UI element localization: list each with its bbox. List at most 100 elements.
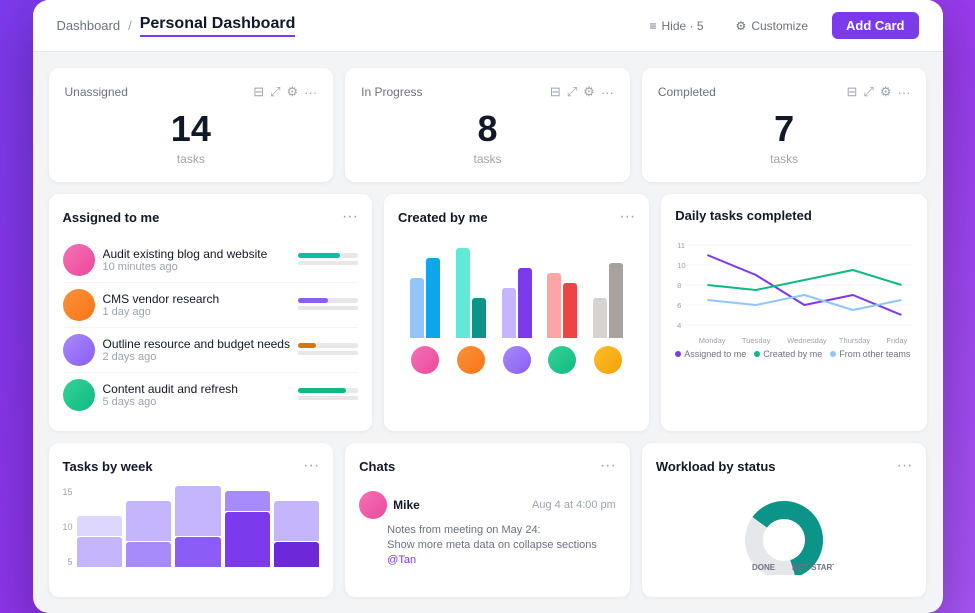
task-time-0: 10 minutes ago: [103, 261, 290, 273]
stat-card-completed: Completed ⊟ ⤢ ⚙ ··· 7 tasks: [642, 68, 927, 182]
week-chart-container: 15105: [63, 487, 320, 567]
stat-label-completed: Completed: [658, 85, 716, 99]
chat-mention[interactable]: @Tan: [387, 554, 616, 566]
bar: [563, 283, 577, 338]
stat-tasks-completed: tasks: [658, 152, 911, 166]
daily-tasks-title: Daily tasks completed: [675, 208, 812, 223]
created-avatar-3: [548, 346, 576, 374]
task-item[interactable]: Outline resource and budget needs 2 days…: [63, 328, 358, 373]
app-container: Dashboard / Personal Dashboard ≡ Hide · …: [33, 0, 943, 613]
svg-text:Tuesday: Tuesday: [742, 336, 771, 345]
task-time-2: 2 days ago: [103, 351, 290, 363]
created-by-me-title: Created by me: [398, 210, 488, 225]
more-icon-unassigned[interactable]: ···: [304, 85, 317, 100]
main-content: Unassigned ⊟ ⤢ ⚙ ··· 14 tasks In Progres…: [33, 52, 943, 613]
tasks-by-week-card: Tasks by week ··· 15105: [49, 443, 334, 597]
created-avatar-2: [503, 346, 531, 374]
filter-icon-completed[interactable]: ⊟: [847, 84, 858, 100]
customize-button[interactable]: ⚙ Customize: [728, 15, 816, 37]
stat-number-inprogress: 8: [361, 108, 614, 150]
gear-icon: ⚙: [736, 19, 747, 33]
task-item[interactable]: Content audit and refresh 5 days ago: [63, 373, 358, 417]
expand-icon-completed[interactable]: ⤢: [863, 84, 873, 100]
more-icon-completed[interactable]: ···: [897, 85, 910, 100]
task-name-0: Audit existing blog and website: [103, 247, 290, 261]
bar: [518, 268, 532, 338]
task-name-3: Content audit and refresh: [103, 382, 290, 396]
svg-text:Monday: Monday: [699, 336, 726, 345]
filter-icon: ≡: [650, 19, 657, 33]
middle-row: Assigned to me ··· Audit existing blog a…: [49, 194, 927, 431]
chats-title: Chats: [359, 459, 395, 474]
avatar-3: [63, 379, 95, 411]
daily-tasks-card: Daily tasks completed 11 10 8 6: [661, 194, 926, 431]
task-name-1: CMS vendor research: [103, 292, 290, 306]
stat-label-unassigned: Unassigned: [65, 85, 128, 99]
created-by-me-menu[interactable]: ···: [619, 208, 635, 226]
created-avatar-0: [411, 346, 439, 374]
stat-number-unassigned: 14: [65, 108, 318, 150]
legend-assigned: Assigned to me: [675, 349, 746, 359]
bar: [426, 258, 440, 338]
assigned-to-me-menu[interactable]: ···: [342, 208, 358, 226]
created-by-me-chart: [398, 238, 635, 338]
workload-menu[interactable]: ···: [897, 457, 913, 475]
stat-card-unassigned: Unassigned ⊟ ⤢ ⚙ ··· 14 tasks: [49, 68, 334, 182]
svg-text:4: 4: [677, 321, 681, 330]
tasks-by-week-menu[interactable]: ···: [303, 457, 319, 475]
svg-text:6: 6: [677, 301, 681, 310]
avatar-0: [63, 244, 95, 276]
svg-text:10: 10: [677, 261, 685, 270]
settings-icon-inprogress[interactable]: ⚙: [583, 84, 595, 100]
chat-username: Mike: [393, 498, 420, 512]
more-icon-inprogress[interactable]: ···: [601, 85, 614, 100]
settings-icon-completed[interactable]: ⚙: [880, 84, 892, 100]
created-by-me-card: Created by me ···: [384, 194, 649, 431]
breadcrumb-separator: /: [128, 18, 132, 33]
workload-title: Workload by status: [656, 459, 776, 474]
task-item[interactable]: CMS vendor research 1 day ago: [63, 283, 358, 328]
chats-card: Chats ··· Mike Aug 4 at 4:00 pm Notes fr…: [345, 443, 630, 597]
hide-button[interactable]: ≡ Hide · 5: [642, 15, 712, 37]
daily-tasks-chart: 11 10 8 6 4 Monday Tuesday: [675, 235, 912, 345]
page-title: Personal Dashboard: [140, 15, 296, 37]
header-right: ≡ Hide · 5 ⚙ Customize Add Card: [642, 12, 919, 39]
task-name-2: Outline resource and budget needs: [103, 337, 290, 351]
filter-icon-unassigned[interactable]: ⊟: [253, 84, 264, 100]
chat-item: Mike Aug 4 at 4:00 pm Notes from meeting…: [359, 487, 616, 570]
task-item[interactable]: Audit existing blog and website 10 minut…: [63, 238, 358, 283]
stat-label-inprogress: In Progress: [361, 85, 422, 99]
assigned-to-me-title: Assigned to me: [63, 210, 160, 225]
bar: [410, 278, 424, 338]
breadcrumb-home[interactable]: Dashboard: [57, 18, 121, 33]
svg-text:Wednesday: Wednesday: [787, 336, 827, 345]
bottom-row: Tasks by week ··· 15105: [49, 443, 927, 597]
add-card-button[interactable]: Add Card: [832, 12, 919, 39]
chat-message-2: Show more meta data on collapse sections: [387, 538, 616, 553]
week-chart: [77, 487, 320, 567]
legend-other: From other teams: [830, 349, 910, 359]
avatar-2: [63, 334, 95, 366]
bar: [547, 273, 561, 338]
expand-icon-inprogress[interactable]: ⤢: [567, 84, 577, 100]
chats-menu[interactable]: ···: [600, 457, 616, 475]
created-avatar-1: [457, 346, 485, 374]
bar: [472, 298, 486, 338]
settings-icon-unassigned[interactable]: ⚙: [287, 84, 299, 100]
chart-legend: Assigned to me Created by me From other …: [675, 349, 912, 359]
chat-avatar: [359, 491, 387, 519]
svg-text:Thursday: Thursday: [839, 336, 871, 345]
task-list: Audit existing blog and website 10 minut…: [63, 238, 358, 417]
legend-created: Created by me: [754, 349, 822, 359]
filter-icon-inprogress[interactable]: ⊟: [550, 84, 561, 100]
stat-tasks-unassigned: tasks: [65, 152, 318, 166]
stat-number-completed: 7: [658, 108, 911, 150]
expand-icon-unassigned[interactable]: ⤢: [270, 84, 280, 100]
svg-text:8: 8: [677, 281, 681, 290]
header-left: Dashboard / Personal Dashboard: [57, 15, 296, 37]
svg-text:DONE: DONE: [752, 563, 776, 572]
avatar-1: [63, 289, 95, 321]
workload-chart: DONE NOT STARTED: [656, 487, 913, 583]
tasks-by-week-title: Tasks by week: [63, 459, 153, 474]
bar: [456, 248, 470, 338]
